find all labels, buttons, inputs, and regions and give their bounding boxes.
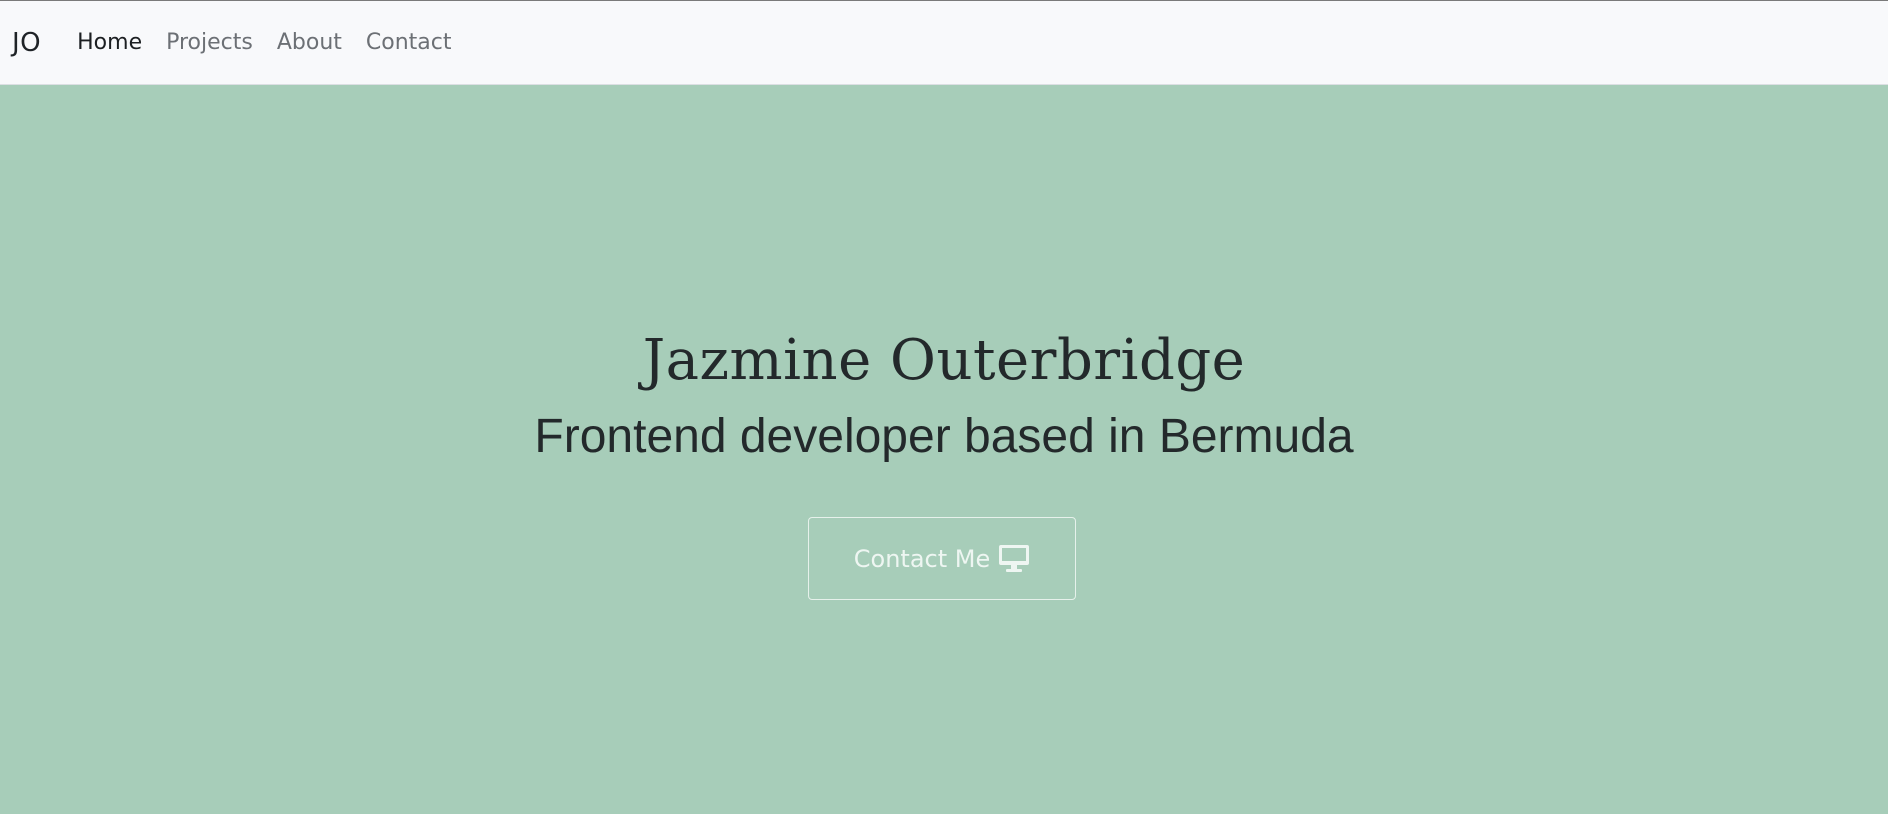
top-navbar: JO Home Projects About Contact (0, 0, 1888, 85)
contact-me-button[interactable]: Contact Me (808, 517, 1076, 600)
hero-title: Jazmine Outerbridge (642, 328, 1246, 393)
nav-link-home[interactable]: Home (77, 30, 142, 55)
nav-link-projects[interactable]: Projects (166, 30, 253, 55)
hero-subtitle: Frontend developer based in Bermuda (534, 410, 1354, 463)
nav-link-contact[interactable]: Contact (366, 30, 452, 55)
contact-me-button-label: Contact Me (853, 544, 991, 573)
brand-logo[interactable]: JO (12, 28, 41, 58)
monitor-icon (998, 544, 1030, 574)
nav-link-about[interactable]: About (277, 30, 342, 55)
hero-section: Jazmine Outerbridge Frontend developer b… (0, 85, 1888, 814)
